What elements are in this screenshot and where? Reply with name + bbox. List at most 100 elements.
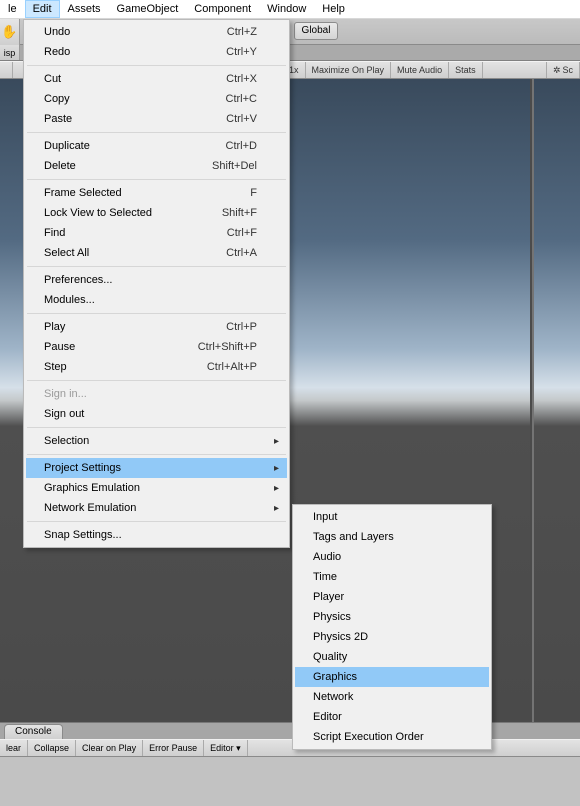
edit-menu-item-copy[interactable]: Copy Ctrl+C bbox=[26, 89, 287, 109]
scene-toolbar-maximize[interactable]: Maximize On Play bbox=[306, 62, 392, 78]
console-tab[interactable]: Console bbox=[4, 724, 63, 739]
edit-menu-item-sign-in: Sign in... bbox=[26, 384, 287, 404]
project-settings-item-time[interactable]: Time bbox=[295, 567, 489, 587]
menu-item-label: Editor bbox=[313, 711, 342, 723]
project-settings-item-script-execution-order[interactable]: Script Execution Order bbox=[295, 727, 489, 747]
edit-menu-item-sign-out[interactable]: Sign out bbox=[26, 404, 287, 424]
menu-separator bbox=[27, 521, 286, 522]
console-body[interactable] bbox=[0, 757, 580, 806]
menubar-item-component[interactable]: Component bbox=[186, 0, 259, 18]
console-tabs: Console bbox=[0, 722, 580, 739]
menu-item-label: Modules... bbox=[44, 294, 95, 306]
menu-item-label: Graphics bbox=[313, 671, 357, 683]
chevron-right-icon: ▸ bbox=[274, 483, 279, 494]
menubar-item-gameobject[interactable]: GameObject bbox=[109, 0, 187, 18]
project-settings-item-player[interactable]: Player bbox=[295, 587, 489, 607]
menubar-item-assets[interactable]: Assets bbox=[60, 0, 109, 18]
menu-separator bbox=[27, 454, 286, 455]
scene-toolbar-stats[interactable]: Stats bbox=[449, 62, 483, 78]
chevron-right-icon: ▸ bbox=[274, 463, 279, 474]
menu-item-label: Undo bbox=[44, 26, 70, 38]
project-settings-item-input[interactable]: Input bbox=[295, 507, 489, 527]
edit-menu-item-network-emulation[interactable]: Network Emulation▸ bbox=[26, 498, 287, 518]
menu-separator bbox=[27, 427, 286, 428]
menu-item-label: Graphics Emulation bbox=[44, 482, 140, 494]
edit-menu-item-snap-settings[interactable]: Snap Settings... bbox=[26, 525, 287, 545]
project-settings-item-audio[interactable]: Audio bbox=[295, 547, 489, 567]
console-toolbar: lear Collapse Clear on Play Error Pause … bbox=[0, 739, 580, 757]
menu-item-label: Time bbox=[313, 571, 337, 583]
menu-item-label: Cut bbox=[44, 73, 61, 85]
menu-item-label: Lock View to Selected bbox=[44, 207, 152, 219]
edit-menu-item-cut[interactable]: CutCtrl+X bbox=[26, 69, 287, 89]
edit-menu-item-play[interactable]: Play Ctrl+P bbox=[26, 317, 287, 337]
menu-item-label: Tags and Layers bbox=[313, 531, 394, 543]
menu-item-label: Snap Settings... bbox=[44, 529, 122, 541]
scene-toolbar-mute[interactable]: Mute Audio bbox=[391, 62, 449, 78]
edit-menu-item-frame-selected[interactable]: Frame SelectedF bbox=[26, 183, 287, 203]
edit-menu-item-preferences[interactable]: Preferences... bbox=[26, 270, 287, 290]
project-settings-item-physics-2d[interactable]: Physics 2D bbox=[295, 627, 489, 647]
menu-item-label: Play bbox=[44, 321, 65, 333]
menu-item-label: Physics bbox=[313, 611, 351, 623]
scene-viewport-sliver[interactable] bbox=[532, 79, 580, 722]
menu-item-shortcut: Shift+F bbox=[222, 207, 257, 219]
edit-menu-item-undo[interactable]: UndoCtrl+Z bbox=[26, 22, 287, 42]
menu-item-shortcut: Ctrl+P bbox=[226, 321, 257, 333]
scene-toolbar-right[interactable]: ✲ Sc bbox=[546, 62, 580, 78]
menubar-item-help[interactable]: Help bbox=[314, 0, 353, 18]
chevron-right-icon: ▸ bbox=[274, 503, 279, 514]
menubar-item-edit[interactable]: Edit bbox=[25, 0, 60, 18]
hand-icon: ✋ bbox=[1, 24, 17, 40]
menu-item-shortcut: Ctrl+Alt+P bbox=[207, 361, 257, 373]
edit-menu-item-duplicate[interactable]: DuplicateCtrl+D bbox=[26, 136, 287, 156]
menu-item-label: Selection bbox=[44, 435, 89, 447]
console-editor-dropdown[interactable]: Editor ▾ bbox=[204, 740, 248, 756]
menu-item-label: Input bbox=[313, 511, 337, 523]
menu-item-label: Copy bbox=[44, 93, 70, 105]
console-clear-button[interactable]: lear bbox=[0, 740, 28, 756]
project-settings-item-tags-and-layers[interactable]: Tags and Layers bbox=[295, 527, 489, 547]
edit-menu-item-modules[interactable]: Modules... bbox=[26, 290, 287, 310]
menu-item-label: Sign in... bbox=[44, 388, 87, 400]
menu-item-shortcut: Ctrl+Y bbox=[226, 46, 257, 58]
hand-tool-button[interactable]: ✋ bbox=[0, 19, 20, 45]
edit-menu-item-paste[interactable]: PasteCtrl+V bbox=[26, 109, 287, 129]
edit-menu-item-delete[interactable]: DeleteShift+Del bbox=[26, 156, 287, 176]
menu-item-shortcut: Ctrl+V bbox=[226, 113, 257, 125]
edit-menu-item-project-settings[interactable]: Project Settings▸ bbox=[26, 458, 287, 478]
console-clear-on-play-button[interactable]: Clear on Play bbox=[76, 740, 143, 756]
menu-separator bbox=[27, 380, 286, 381]
menubar-item-file[interactable]: le bbox=[0, 0, 25, 18]
menu-item-label: Pause bbox=[44, 341, 75, 353]
edit-menu-item-select-all[interactable]: Select AllCtrl+A bbox=[26, 243, 287, 263]
project-settings-item-graphics[interactable]: Graphics bbox=[295, 667, 489, 687]
menu-item-label: Preferences... bbox=[44, 274, 112, 286]
menu-item-label: Find bbox=[44, 227, 65, 239]
menu-item-label: Quality bbox=[313, 651, 347, 663]
edit-menu-item-find[interactable]: FindCtrl+F bbox=[26, 223, 287, 243]
menu-item-shortcut: Ctrl+C bbox=[226, 93, 257, 105]
menubar-item-window[interactable]: Window bbox=[259, 0, 314, 18]
console-error-pause-button[interactable]: Error Pause bbox=[143, 740, 204, 756]
edit-menu-item-pause[interactable]: PauseCtrl+Shift+P bbox=[26, 337, 287, 357]
project-settings-item-network[interactable]: Network bbox=[295, 687, 489, 707]
scene-toolbar-seg-0[interactable] bbox=[0, 62, 13, 78]
menu-item-label: Duplicate bbox=[44, 140, 90, 152]
menu-separator bbox=[27, 266, 286, 267]
edit-menu-item-lock-view-to-selected[interactable]: Lock View to Selected Shift+F bbox=[26, 203, 287, 223]
menu-item-label: Step bbox=[44, 361, 67, 373]
project-settings-item-quality[interactable]: Quality bbox=[295, 647, 489, 667]
edit-menu-item-graphics-emulation[interactable]: Graphics Emulation ▸ bbox=[26, 478, 287, 498]
menu-item-shortcut: Ctrl+A bbox=[226, 247, 257, 259]
edit-menu-item-step[interactable]: Step Ctrl+Alt+P bbox=[26, 357, 287, 377]
panel-tab-partial[interactable]: isp bbox=[0, 45, 20, 60]
project-settings-item-editor[interactable]: Editor bbox=[295, 707, 489, 727]
console-collapse-button[interactable]: Collapse bbox=[28, 740, 76, 756]
pivot-global-button[interactable]: Global bbox=[294, 22, 338, 40]
project-settings-item-physics[interactable]: Physics bbox=[295, 607, 489, 627]
edit-menu-item-selection[interactable]: Selection▸ bbox=[26, 431, 287, 451]
gear-icon: ✲ bbox=[553, 65, 561, 76]
edit-menu-item-redo[interactable]: RedoCtrl+Y bbox=[26, 42, 287, 62]
menu-separator bbox=[27, 179, 286, 180]
